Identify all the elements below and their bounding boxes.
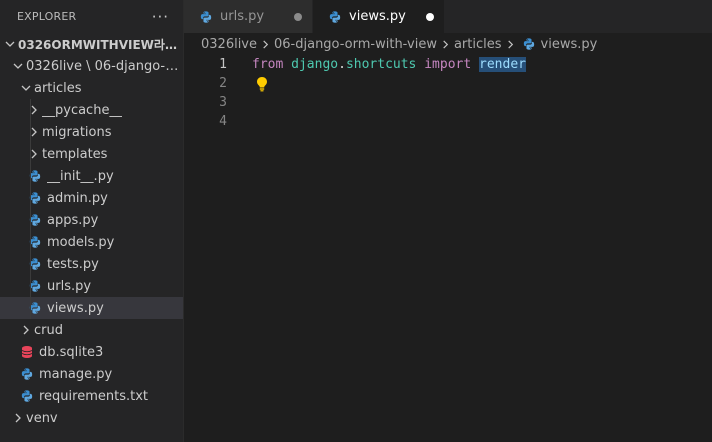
tree-file-urls[interactable]: urls.py [0, 275, 183, 297]
file-label: __init__.py [47, 168, 114, 184]
folder-label: templates [42, 146, 108, 162]
chevron-down-icon [2, 39, 18, 49]
tree-folder-migrations[interactable]: migrations [0, 121, 183, 143]
explorer-title: EXPLORER [17, 10, 77, 23]
chevron-right-icon [261, 40, 270, 49]
folder-label: articles [34, 80, 82, 96]
python-file-icon [19, 366, 35, 382]
editor-area: urls.py views.py 0326live 06-django-orm-… [184, 0, 712, 442]
tree-file-tests[interactable]: tests.py [0, 253, 183, 275]
tree-folder-pycache[interactable]: __pycache__ [0, 99, 183, 121]
file-label: models.py [47, 234, 115, 250]
explorer-header: EXPLORER ··· [0, 0, 183, 33]
tree-folder-articles[interactable]: articles [0, 77, 183, 99]
workspace-root[interactable]: 0326ORMWITHVIEW라이브연습 [0, 33, 183, 55]
folder-label: __pycache__ [42, 102, 123, 118]
code-text: from django.shortcuts import render [252, 57, 526, 72]
chevron-down-icon [10, 61, 26, 71]
chevron-right-icon [10, 413, 26, 423]
tree-file-admin[interactable]: admin.py [0, 187, 183, 209]
python-file-icon [521, 36, 537, 52]
chevron-right-icon [441, 40, 450, 49]
folder-label: venv [26, 410, 58, 426]
file-label: db.sqlite3 [39, 344, 104, 360]
more-actions-icon[interactable]: ··· [152, 8, 169, 26]
tree-file-requirements[interactable]: requirements.txt [0, 385, 183, 407]
unsaved-dot-icon[interactable] [425, 12, 434, 21]
code-line[interactable]: 2 [184, 74, 712, 93]
chevron-down-icon [18, 83, 34, 93]
file-label: requirements.txt [39, 388, 149, 404]
tree-file-manage[interactable]: manage.py [0, 363, 183, 385]
tree-file-init[interactable]: __init__.py [0, 165, 183, 187]
lightbulb-icon[interactable] [255, 76, 269, 92]
python-file-icon [19, 388, 35, 404]
tab-bar: urls.py views.py [184, 0, 712, 33]
python-file-icon [198, 9, 214, 25]
tree-folder-0326live[interactable]: 0326live \ 06-django-or... [0, 55, 183, 77]
line-number: 1 [219, 57, 227, 72]
tab-urls[interactable]: urls.py [184, 0, 314, 33]
workspace-root-label: 0326ORMWITHVIEW라이브연습 [18, 37, 183, 52]
code-line[interactable]: 3 [184, 93, 712, 112]
file-label: urls.py [47, 278, 92, 294]
file-label: apps.py [47, 212, 99, 228]
folder-label: crud [34, 322, 63, 338]
chevron-right-icon [506, 40, 515, 49]
tree-folder-templates[interactable]: templates [0, 143, 183, 165]
tree-file-apps[interactable]: apps.py [0, 209, 183, 231]
breadcrumb-item[interactable]: 06-django-orm-with-view [274, 37, 437, 52]
tree-file-db[interactable]: db.sqlite3 [0, 341, 183, 363]
database-icon [19, 344, 35, 360]
line-number: 2 [219, 76, 227, 91]
folder-label: 0326live \ 06-django-or... [26, 58, 183, 74]
tree-file-views[interactable]: views.py [0, 297, 183, 319]
tree-folder-venv[interactable]: venv [0, 407, 183, 429]
tab-views[interactable]: views.py [313, 0, 445, 33]
explorer-sidebar: EXPLORER ··· 0326ORMWITHVIEW라이브연습 0326li… [0, 0, 184, 442]
file-label: manage.py [39, 366, 113, 382]
chevron-right-icon [26, 105, 42, 115]
breadcrumb-item[interactable]: articles [454, 37, 502, 52]
tab-label: urls.py [220, 9, 265, 24]
line-number: 3 [219, 95, 227, 110]
unsaved-dot-icon[interactable] [294, 12, 303, 21]
tree-folder-crud[interactable]: crud [0, 319, 183, 341]
file-label: tests.py [47, 256, 99, 272]
file-tree: 0326ORMWITHVIEW라이브연습 0326live \ 06-djang… [0, 33, 183, 429]
breadcrumb-item[interactable]: 0326live [201, 37, 257, 52]
code-line[interactable]: 4 [184, 112, 712, 131]
code-editor[interactable]: 1 from django.shortcuts import render 2 … [184, 55, 712, 131]
breadcrumb: 0326live 06-django-orm-with-view article… [184, 33, 712, 55]
chevron-right-icon [18, 325, 34, 335]
chevron-right-icon [26, 149, 42, 159]
tab-label: views.py [349, 9, 406, 24]
file-label: admin.py [47, 190, 108, 206]
tree-file-models[interactable]: models.py [0, 231, 183, 253]
line-number: 4 [219, 114, 227, 129]
code-line[interactable]: 1 from django.shortcuts import render [184, 55, 712, 74]
python-file-icon [327, 9, 343, 25]
folder-label: migrations [42, 124, 112, 140]
file-label: views.py [47, 300, 104, 316]
breadcrumb-item[interactable]: views.py [541, 37, 598, 52]
chevron-right-icon [26, 127, 42, 137]
